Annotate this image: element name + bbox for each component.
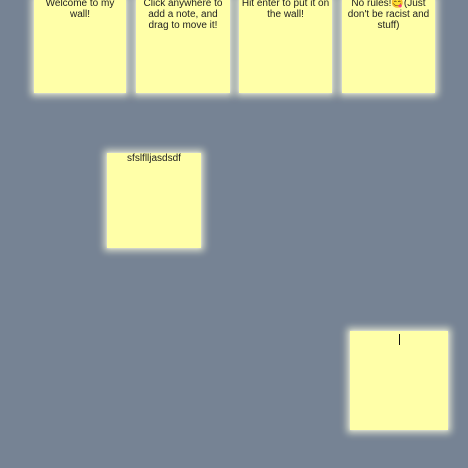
sticky-note[interactable]: sfslflljasdsdf [107,153,201,248]
text-cursor [399,334,400,345]
sticky-note[interactable]: No rules!😋(Just don't be racist and stuf… [342,0,435,93]
note-text: No rules!😋(Just don't be racist and stuf… [347,0,432,31]
sticky-note[interactable]: Hit enter to put it on the wall! [239,0,332,93]
sticky-note[interactable]: Click anywhere to add a note, and drag t… [136,0,230,93]
new-note-input[interactable] [350,331,448,430]
new-note-editor[interactable] [350,331,448,430]
note-text: Click anywhere to add a note, and drag t… [143,0,226,31]
note-wall[interactable]: Welcome to my wall! Click anywhere to ad… [0,0,468,468]
sticky-note[interactable]: Welcome to my wall! [34,0,126,93]
note-text: Welcome to my wall! [45,0,118,20]
note-text: sfslflljasdsdf [127,153,181,164]
note-text: Hit enter to put it on the wall! [241,0,332,20]
